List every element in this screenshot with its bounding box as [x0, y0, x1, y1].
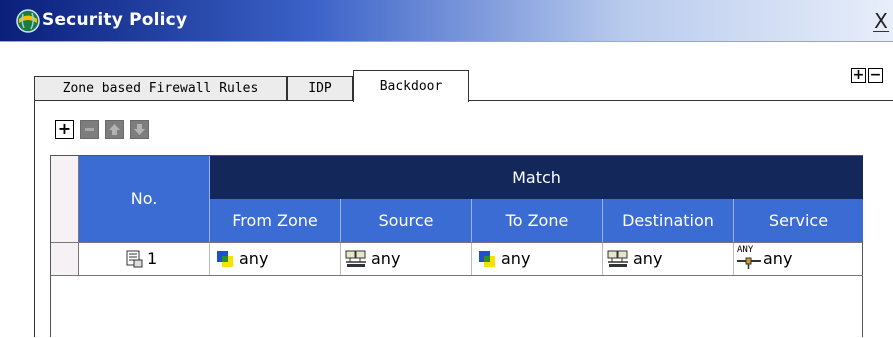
cell-from-zone[interactable]: any: [210, 243, 341, 275]
row-header-corner: [51, 156, 79, 242]
tab-label: Backdoor: [379, 79, 443, 94]
app-globe-icon: [16, 9, 40, 33]
tab-zone-based-firewall-rules[interactable]: Zone based Firewall Rules: [34, 76, 287, 101]
remove-rule-button[interactable]: [80, 120, 99, 139]
tab-label: IDP: [308, 81, 332, 96]
destination-value: any: [633, 249, 663, 268]
to-zone-value: any: [501, 249, 531, 268]
tab-idp[interactable]: IDP: [287, 76, 353, 101]
column-header-service[interactable]: Service: [734, 199, 863, 242]
window-title: Security Policy: [42, 10, 188, 30]
plug-icon: [737, 257, 761, 269]
add-rule-button[interactable]: +: [55, 120, 74, 139]
service-any-icon: ANY: [737, 245, 761, 273]
cell-source[interactable]: any: [341, 243, 472, 275]
zone-icon: [479, 251, 495, 267]
rule-icon: [126, 250, 143, 268]
cell-service[interactable]: ANY any: [734, 243, 863, 275]
move-down-button[interactable]: [130, 120, 149, 139]
row-selector[interactable]: [51, 243, 79, 275]
cell-destination[interactable]: any: [603, 243, 734, 275]
remove-icon: [85, 128, 94, 131]
move-down-icon: [134, 124, 145, 135]
rule-number: 1: [147, 249, 158, 268]
column-header-to-zone[interactable]: To Zone: [472, 199, 603, 242]
address-icon: [607, 250, 628, 267]
column-header-destination[interactable]: Destination: [603, 199, 734, 242]
panel-left-border: [34, 100, 35, 337]
column-header-no[interactable]: No.: [79, 156, 210, 242]
rules-table: No. Match From Zone Source To Zone Desti…: [50, 155, 863, 338]
from-zone-value: any: [239, 249, 269, 268]
move-up-button[interactable]: [105, 120, 124, 139]
column-header-from-zone[interactable]: From Zone: [210, 199, 341, 242]
service-badge-text: ANY: [737, 245, 754, 255]
service-value: any: [763, 249, 793, 268]
close-button[interactable]: X: [870, 8, 892, 34]
empty-row-area: [51, 276, 79, 338]
cell-no[interactable]: 1: [79, 243, 210, 275]
tab-backdoor[interactable]: Backdoor: [353, 70, 469, 102]
expand-all-button[interactable]: +: [851, 68, 866, 83]
column-header-source[interactable]: Source: [341, 199, 472, 242]
move-up-icon: [109, 124, 120, 135]
tab-strip-border: [469, 100, 893, 101]
cell-to-zone[interactable]: any: [472, 243, 603, 275]
collapse-all-button[interactable]: −: [868, 68, 883, 83]
address-icon: [345, 250, 366, 267]
source-value: any: [371, 249, 401, 268]
zone-icon: [217, 251, 233, 267]
title-bar[interactable]: Security Policy X: [0, 0, 893, 42]
column-group-match: Match: [210, 156, 863, 199]
security-policy-window: Security Policy X Zone based Firewall Ru…: [0, 0, 893, 338]
table-row[interactable]: 1 any any any any ANY any: [51, 242, 863, 276]
tab-label: Zone based Firewall Rules: [62, 81, 259, 96]
